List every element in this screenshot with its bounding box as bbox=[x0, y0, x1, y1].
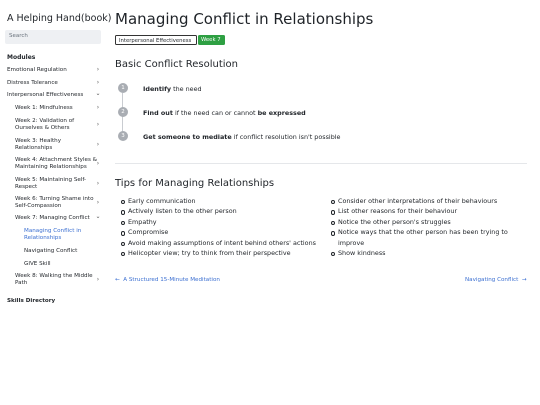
sidebar-item-label: Week 2: Validation of Ourselves & Others bbox=[15, 118, 75, 131]
sidebar-item-managing-conflict-in-relationships[interactable]: Managing Conflict in Relationships bbox=[24, 228, 92, 241]
sidebar-item-label: Week 5: Maintaining Self-Respect bbox=[15, 177, 87, 190]
list-item: Show kindness bbox=[329, 248, 527, 258]
list-item: Helicopter view; try to think from their… bbox=[119, 248, 327, 258]
tips-list-left: Early communication Actively listen to t… bbox=[119, 196, 327, 258]
sidebar-item-label: Emotional Regulation bbox=[7, 67, 67, 73]
step-text: Find out if the need can or cannot be ex… bbox=[143, 109, 306, 117]
chevron-right-icon[interactable]: › bbox=[95, 180, 101, 187]
step-number-badge: 2 bbox=[118, 107, 128, 117]
tag-week-7[interactable]: Week 7 bbox=[198, 35, 225, 45]
list-item: List other reasons for their behaviour bbox=[329, 206, 527, 216]
chevron-right-icon[interactable]: › bbox=[95, 104, 101, 111]
section-heading-tips: Tips for Managing Relationships bbox=[115, 178, 275, 189]
list-item: Consider other interpretations of their … bbox=[329, 196, 527, 206]
page-title: Managing Conflict in Relationships bbox=[115, 10, 374, 28]
tag-interpersonal-effectiveness[interactable]: Interpersonal Effectiveness bbox=[115, 35, 197, 45]
sidebar-item-label: Interpersonal Effectiveness bbox=[7, 92, 84, 98]
list-item: Notice the other person's struggles bbox=[329, 217, 527, 227]
sidebar-item-label: Distress Tolerance bbox=[7, 80, 58, 86]
chevron-right-icon[interactable]: › bbox=[95, 199, 101, 206]
chevron-down-icon[interactable]: ⌄ bbox=[95, 213, 101, 220]
tips-list-right: Consider other interpretations of their … bbox=[329, 196, 527, 258]
sidebar-item-week-7[interactable]: Week 7: Managing Conflict bbox=[15, 215, 95, 222]
chevron-right-icon[interactable]: › bbox=[95, 160, 101, 167]
sidebar-item-week-8[interactable]: Week 8: Walking the Middle Path bbox=[15, 273, 93, 286]
sidebar-item-label: Week 1: Mindfulness bbox=[15, 105, 73, 111]
sidebar-item-week-2[interactable]: Week 2: Validation of Ourselves & Others bbox=[15, 118, 93, 131]
sidebar-item-week-6[interactable]: Week 6: Turning Shame into Self-Compassi… bbox=[15, 196, 95, 209]
sidebar: A Helping Hand(book) Search Modules Emot… bbox=[0, 0, 111, 405]
list-item: Avoid making assumptions of intent behin… bbox=[119, 238, 327, 248]
nav-heading-modules: Modules bbox=[7, 54, 36, 61]
arrow-left-icon: ← bbox=[115, 277, 120, 283]
arrow-right-icon: → bbox=[521, 277, 527, 283]
sidebar-item-label: Week 8: Walking the Middle Path bbox=[15, 273, 93, 286]
list-item: Compromise bbox=[119, 227, 327, 237]
next-page-label: Navigating Conflict bbox=[465, 277, 519, 283]
sidebar-item-week-1[interactable]: Week 1: Mindfulness bbox=[15, 105, 95, 112]
section-heading-conflict-resolution: Basic Conflict Resolution bbox=[115, 59, 239, 70]
sidebar-item-label: Week 4: Attachment Styles & Maintaining … bbox=[15, 157, 97, 170]
step-number-badge: 1 bbox=[118, 83, 128, 93]
list-item: Actively listen to the other person bbox=[119, 206, 327, 216]
prev-page-label: A Structured 15-Minute Meditation bbox=[123, 277, 220, 283]
sidebar-skills-directory[interactable]: Skills Directory bbox=[7, 298, 55, 304]
search-input[interactable]: Search bbox=[5, 30, 101, 44]
sidebar-item-navigating-conflict[interactable]: Navigating Conflict bbox=[24, 248, 94, 255]
step-text: Get someone to mediate if conflict resol… bbox=[143, 133, 341, 141]
chevron-down-icon[interactable]: ⌄ bbox=[95, 90, 101, 97]
next-page-link[interactable]: Navigating Conflict → bbox=[465, 277, 527, 283]
chevron-right-icon[interactable]: › bbox=[95, 79, 101, 86]
sidebar-item-distress-tolerance[interactable]: Distress Tolerance bbox=[7, 80, 95, 87]
step-number-badge: 3 bbox=[118, 131, 128, 141]
sidebar-item-week-3[interactable]: Week 3: Healthy Relationships bbox=[15, 138, 91, 151]
sidebar-item-label: Week 3: Healthy Relationships bbox=[15, 138, 62, 151]
chevron-right-icon[interactable]: › bbox=[95, 66, 101, 73]
list-item: Notice ways that the other person has be… bbox=[329, 227, 527, 248]
site-title[interactable]: A Helping Hand(book) bbox=[7, 13, 111, 24]
sidebar-item-emotional-regulation[interactable]: Emotional Regulation bbox=[7, 67, 95, 74]
sidebar-item-give-skill[interactable]: GIVE Skill bbox=[24, 261, 94, 268]
sidebar-item-label: Week 6: Turning Shame into Self-Compassi… bbox=[15, 196, 94, 209]
list-item: Empathy bbox=[119, 217, 327, 227]
chevron-right-icon[interactable]: › bbox=[95, 141, 101, 148]
list-item: Early communication bbox=[119, 196, 327, 206]
chevron-right-icon[interactable]: › bbox=[95, 121, 101, 128]
sidebar-item-week-5[interactable]: Week 5: Maintaining Self-Respect bbox=[15, 177, 91, 190]
prev-page-link[interactable]: ← A Structured 15-Minute Meditation bbox=[115, 277, 220, 283]
sidebar-item-week-4[interactable]: Week 4: Attachment Styles & Maintaining … bbox=[15, 157, 97, 170]
sidebar-item-label: Week 7: Managing Conflict bbox=[15, 215, 90, 221]
step-text: Identify the need bbox=[143, 85, 202, 93]
sidebar-item-interpersonal-effectiveness[interactable]: Interpersonal Effectiveness bbox=[7, 92, 95, 99]
chevron-right-icon[interactable]: › bbox=[95, 276, 101, 283]
section-divider bbox=[115, 163, 527, 164]
